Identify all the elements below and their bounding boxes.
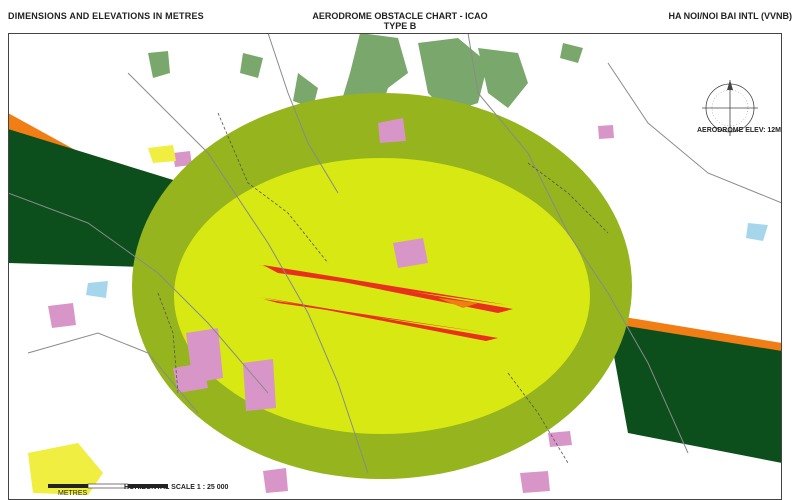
chart-title-line2: TYPE B: [383, 21, 417, 31]
aerodrome-name: HA NOI/NOI BAI INTL (VVNB): [668, 11, 793, 21]
aerodrome-elevation-label: AERODROME ELEV: 12M: [697, 127, 782, 134]
obstacle-map: [8, 33, 782, 500]
chart-header: DIMENSIONS AND ELEVATIONS IN METRES AERO…: [0, 0, 800, 34]
horizontal-scale-label: HORIZONTAL SCALE 1 : 25 000: [124, 484, 229, 491]
inner-horizontal-surface-zone: [174, 158, 590, 434]
scale-unit-label: METRES: [58, 490, 88, 497]
